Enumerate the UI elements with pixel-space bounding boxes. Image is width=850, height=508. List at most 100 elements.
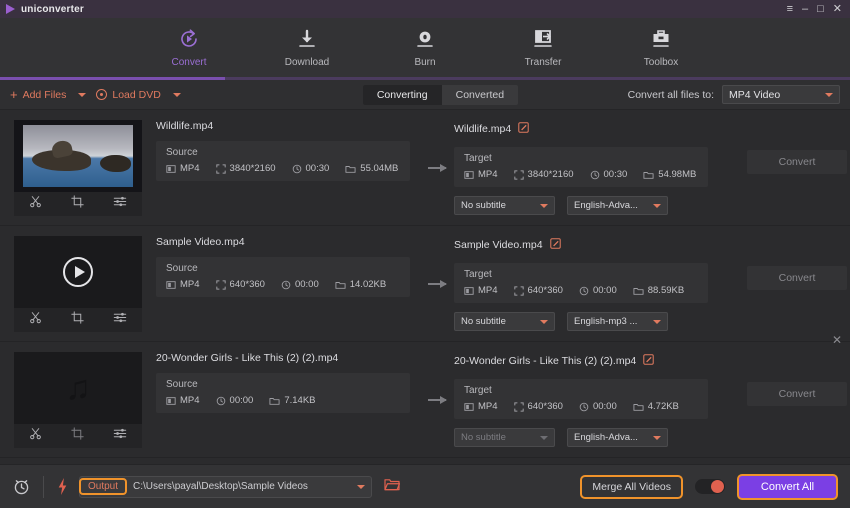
convert-button[interactable]: Convert <box>747 150 847 174</box>
menu-icon[interactable]: ≡ <box>787 3 793 15</box>
edit-pencil-icon[interactable] <box>643 352 654 370</box>
subtitle-select[interactable]: No subtitle <box>454 196 555 215</box>
edit-pencil-icon[interactable] <box>549 236 561 254</box>
lightning-bolt-icon[interactable] <box>56 477 69 496</box>
nav-item-transfer[interactable]: Transfer <box>504 26 582 68</box>
table-row: ♫ 20-Wonder Girls - Like This (2) (2).mp… <box>0 342 850 458</box>
chevron-down-icon <box>825 92 833 97</box>
effects-sliders-icon[interactable] <box>113 311 127 329</box>
dvd-disc-icon <box>96 89 108 100</box>
edit-pencil-icon[interactable] <box>518 120 529 138</box>
source-format: MP4 <box>166 279 200 290</box>
scissors-icon[interactable] <box>29 195 42 213</box>
row-action-cell: Convert <box>744 120 850 174</box>
target-format: MP4 <box>464 169 498 180</box>
resolution-icon <box>215 163 226 174</box>
subtitle-select[interactable]: No subtitle <box>454 312 555 331</box>
play-circle-icon[interactable] <box>63 257 93 287</box>
crop-icon[interactable] <box>71 311 84 329</box>
folder-icon <box>633 403 644 411</box>
target-size: 88.59KB <box>633 285 684 296</box>
audio-track-select[interactable]: English-Adva... <box>567 428 668 447</box>
source-file-name: Sample Video.mp4 <box>156 236 245 248</box>
load-dvd-button[interactable]: Load DVD <box>96 89 161 101</box>
effects-sliders-icon[interactable] <box>113 427 127 445</box>
nav-item-convert[interactable]: Convert <box>150 26 228 68</box>
folder-icon <box>269 397 280 405</box>
video-thumbnail[interactable] <box>14 236 142 308</box>
scissors-icon[interactable] <box>29 311 42 329</box>
crop-icon[interactable] <box>71 195 84 213</box>
right-arrow-icon <box>428 164 447 172</box>
convert-button[interactable]: Convert <box>747 266 847 290</box>
resolution-icon <box>513 401 524 412</box>
target-resolution: 640*360 <box>513 285 563 296</box>
table-row: Wildlife.mp4 Source MP4 3840*2160 00:30 … <box>0 110 850 226</box>
clock-alarm-icon[interactable] <box>12 477 31 496</box>
effects-sliders-icon[interactable] <box>113 195 127 213</box>
tab-converted[interactable]: Converted <box>442 85 518 105</box>
target-resolution: 3840*2160 <box>513 169 574 180</box>
audio-thumbnail[interactable]: ♫ <box>14 352 142 424</box>
audio-track-select[interactable]: English-mp3 ... <box>567 312 668 331</box>
video-thumbnail[interactable] <box>14 120 142 192</box>
convert-all-button[interactable]: Convert All <box>737 473 838 500</box>
thumbnail-cell: ♫ <box>14 352 142 448</box>
source-label: Source <box>166 263 198 274</box>
target-cell: 20-Wonder Girls - Like This (2) (2).mp4 … <box>454 352 744 447</box>
folder-icon <box>335 281 346 289</box>
main-nav: Convert Download Burn Transfer Toolbox <box>0 18 850 80</box>
add-files-button[interactable]: + Add Files <box>10 88 66 101</box>
source-info-box: Source MP4 640*360 00:00 14.02KB <box>156 257 410 297</box>
tab-converting[interactable]: Converting <box>362 84 442 105</box>
crop-icon[interactable] <box>71 427 84 445</box>
nav-label-burn: Burn <box>414 57 436 68</box>
source-info-box: Source MP4 3840*2160 00:30 55.04MB <box>156 141 410 181</box>
subtitle-select[interactable]: No subtitle <box>454 428 555 447</box>
add-files-label: Add Files <box>22 88 67 101</box>
row-action-cell: Convert <box>744 352 850 406</box>
chevron-down-icon <box>653 319 661 324</box>
maximize-icon[interactable]: □ <box>817 3 824 15</box>
app-title: uniconverter <box>21 3 84 15</box>
target-duration: 00:30 <box>590 169 627 180</box>
file-format-icon <box>166 164 176 173</box>
nav-item-download[interactable]: Download <box>268 26 346 68</box>
file-format-icon <box>464 286 474 295</box>
open-folder-icon[interactable] <box>384 477 401 496</box>
target-info-box: Target MP4 3840*2160 00:30 54.98MB <box>454 147 708 187</box>
add-files-dropdown-icon[interactable] <box>78 92 87 97</box>
close-icon[interactable]: ✕ <box>833 3 842 15</box>
clock-icon <box>281 280 291 289</box>
output-path-field[interactable]: Output C:\Users\payal\Desktop\Sample Vid… <box>79 475 372 498</box>
app-window: uniconverter ≡ – □ ✕ Convert Download Bu… <box>0 0 850 508</box>
table-row: Sample Video.mp4 Source MP4 640*360 00:0… <box>0 226 850 347</box>
source-file-name: Wildlife.mp4 <box>156 120 214 132</box>
convert-all-to-select[interactable]: MP4 Video <box>722 85 840 104</box>
scissors-icon[interactable] <box>29 427 42 445</box>
audio-track-select[interactable]: English-Adva... <box>567 196 668 215</box>
chevron-down-icon[interactable] <box>357 484 365 489</box>
nav-item-toolbox[interactable]: Toolbox <box>622 26 700 68</box>
plus-icon: + <box>10 87 18 102</box>
target-resolution: 640*360 <box>513 401 563 412</box>
download-arrow-icon <box>296 26 318 52</box>
merge-all-videos-toggle[interactable] <box>695 479 725 494</box>
chevron-down-icon <box>653 435 661 440</box>
load-dvd-dropdown-icon[interactable] <box>172 92 181 97</box>
minimize-icon[interactable]: – <box>802 3 808 15</box>
folder-icon <box>633 287 644 295</box>
right-arrow-icon <box>428 280 447 288</box>
nav-underline <box>0 77 850 80</box>
merge-all-videos-label[interactable]: Merge All Videos <box>580 474 683 499</box>
bottom-bar: Output C:\Users\payal\Desktop\Sample Vid… <box>0 464 850 508</box>
file-format-icon <box>464 402 474 411</box>
nav-item-burn[interactable]: Burn <box>386 26 464 68</box>
source-resolution: 640*360 <box>215 279 265 290</box>
convert-button[interactable]: Convert <box>747 382 847 406</box>
target-cell: Wildlife.mp4 Target MP4 3840*2160 00:30 … <box>454 120 744 215</box>
target-file-name: 20-Wonder Girls - Like This (2) (2).mp4 <box>454 355 637 367</box>
convert-all-to-value: MP4 Video <box>729 88 781 101</box>
thumbnail-tools <box>14 308 142 332</box>
source-format: MP4 <box>166 163 200 174</box>
